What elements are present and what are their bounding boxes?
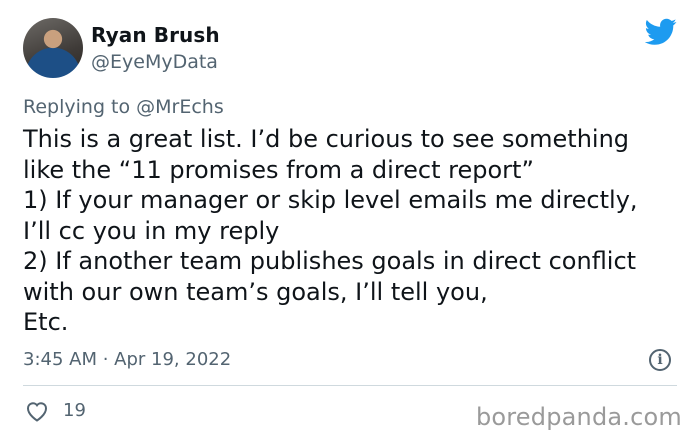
heart-icon[interactable] [25, 400, 49, 422]
tweet-text: This is a great list. I’d be curious to … [23, 125, 638, 336]
twitter-bird-icon[interactable] [645, 18, 677, 46]
avatar[interactable] [23, 18, 83, 78]
tweet-timestamp[interactable]: 3:45 AM · Apr 19, 2022 [23, 349, 231, 370]
author-handle[interactable]: @EyeMyData [91, 51, 218, 73]
reply-handle-link[interactable]: @MrEchs [136, 96, 224, 118]
info-icon[interactable]: i [649, 349, 671, 371]
watermark: boredpanda.com [475, 403, 682, 431]
replying-to-prefix: Replying to [23, 96, 137, 118]
author-name[interactable]: Ryan Brush [91, 23, 220, 47]
like-count: 19 [63, 400, 86, 421]
replying-to: Replying to @MrEchs [23, 96, 224, 118]
divider [23, 385, 677, 386]
